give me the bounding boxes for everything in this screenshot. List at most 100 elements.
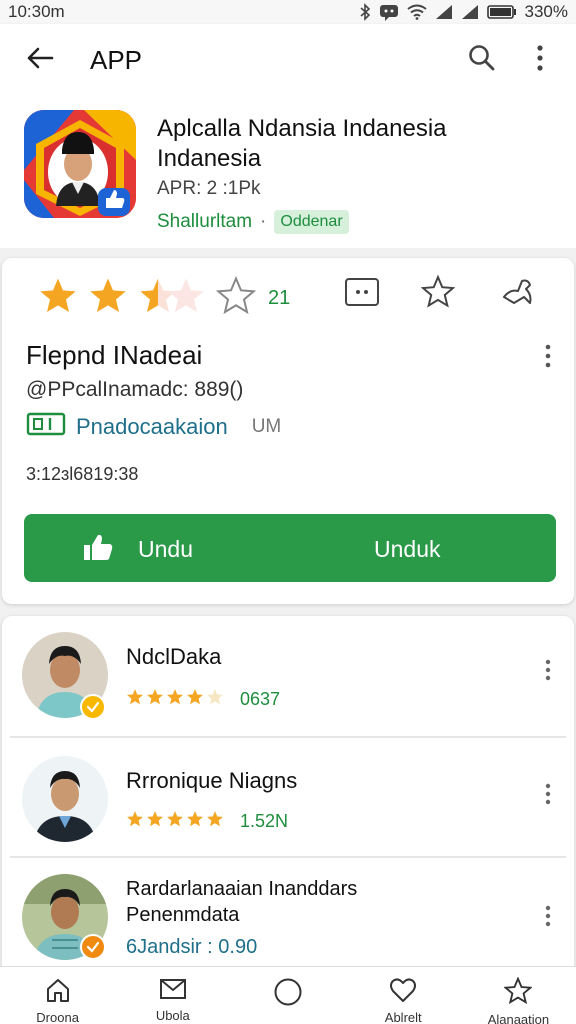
- share-button[interactable]: [498, 274, 538, 314]
- page-title: APP: [90, 44, 143, 75]
- app-bar: APP: [0, 24, 576, 96]
- app-logo-icon[interactable]: [24, 110, 136, 218]
- star-filled-icon-3: [126, 688, 144, 711]
- user-count-2: 1.52N: [240, 811, 289, 831]
- message-button[interactable]: [342, 274, 382, 314]
- verified-badge-icon-2: [80, 934, 106, 960]
- star-filled-icon-9: [166, 810, 184, 833]
- bluetooth-icon: [359, 3, 371, 21]
- review-card: 21 Flepnd INadeai @PPcalInamadc: 889() P…: [2, 258, 574, 604]
- star-filled-icon-7: [126, 810, 144, 833]
- avatar-2: [22, 756, 108, 842]
- user-count-3: 6Jandsir : 0.90: [126, 936, 258, 958]
- download-button[interactable]: Undu Unduk: [24, 514, 556, 582]
- device-icon: [26, 412, 66, 442]
- nav-label-favorites: Ablrelt: [384, 1010, 422, 1024]
- review-more-button[interactable]: [536, 340, 560, 376]
- user-name-3: Rardarlanaaian Inanddars Penenmdata: [126, 878, 358, 926]
- star-filled-icon-4: [146, 688, 164, 711]
- verified-badge-icon: [80, 694, 106, 720]
- star-filled-icon-6: [186, 688, 204, 711]
- chat-icon: [379, 3, 399, 21]
- search-button[interactable]: [462, 40, 502, 80]
- more-vert-icon-3: [545, 659, 551, 686]
- battery-percent: 330%: [524, 2, 568, 21]
- star-filled-icon-11: [206, 810, 224, 833]
- arrow-back-icon: [26, 46, 54, 75]
- app-title: Aplcalla Ndansia Indanesia Indanesia: [157, 115, 447, 172]
- user-more-button[interactable]: [536, 654, 560, 690]
- search-icon: [468, 44, 496, 77]
- developer-link[interactable]: Shallurltam: [157, 211, 252, 233]
- user-rating-2: 1.52N: [126, 810, 288, 833]
- review-tag-label: Pnadocaakaion: [76, 414, 228, 439]
- star-filled-icon: [38, 276, 88, 321]
- thumbs-up-icon: [82, 532, 114, 568]
- status-bar: 10:30m 330%: [0, 0, 576, 24]
- separator-dot: ·: [260, 211, 267, 232]
- nav-label-home: Droona: [36, 1010, 79, 1024]
- user-name-2: Rrronique Niagns: [126, 768, 298, 793]
- favorite-button[interactable]: [418, 274, 458, 314]
- review-timestamp: 3:12ɜl6819:38: [26, 464, 139, 484]
- divider-2: [10, 856, 566, 858]
- app-header: Aplcalla Ndansia Indanesia Indanesia APR…: [0, 96, 576, 248]
- list-item[interactable]: NdclDaka 0637: [2, 616, 574, 734]
- star-faint-icon-2: [206, 688, 224, 711]
- more-vert-icon-2: [545, 344, 551, 373]
- review-tag-suffix: UM: [251, 416, 282, 437]
- app-meta: APR: 2 :1Pk: [157, 178, 261, 199]
- mail-icon: [159, 977, 187, 1006]
- bottom-navigation: Droona Ubola Ablrelt Alanaation: [0, 966, 576, 1024]
- star-outline-nav-icon: [503, 976, 534, 1010]
- star-faint-icon: [166, 276, 216, 321]
- user-count: 0637: [240, 689, 281, 709]
- wifi-icon: [406, 4, 427, 20]
- list-item-2[interactable]: Rrronique Niagns 1.52N: [2, 740, 574, 858]
- download-label-left: Undu: [138, 536, 193, 562]
- category-chip[interactable]: Oddenar: [274, 210, 349, 234]
- divider: [10, 736, 566, 738]
- more-vert-icon: [536, 44, 544, 77]
- signal-icon: [435, 4, 453, 20]
- home-icon: [45, 977, 71, 1008]
- star-filled-icon-8: [146, 810, 164, 833]
- overflow-menu-button[interactable]: [520, 40, 560, 80]
- nav-item-star[interactable]: Alanaation: [461, 967, 576, 1024]
- review-title: Flepnd INadeai: [26, 340, 203, 370]
- list-item-3[interactable]: Rardarlanaaian Inanddars Penenmdata 6Jan…: [2, 860, 574, 978]
- status-time: 10:30m: [8, 2, 65, 21]
- app-developer-row: Shallurltam · Oddenar: [157, 210, 349, 234]
- user-more-button-3[interactable]: [536, 900, 560, 936]
- rating-count: 21: [268, 287, 291, 309]
- share-icon: [500, 275, 536, 314]
- nav-item-home[interactable]: Droona: [0, 967, 115, 1024]
- user-rating: 0637: [126, 688, 280, 711]
- heart-icon: [389, 977, 417, 1008]
- more-vert-icon-4: [545, 783, 551, 810]
- download-label-right: Unduk: [374, 536, 441, 562]
- nav-label-mail: Ubola: [155, 1008, 190, 1023]
- signal-icon-2: [461, 4, 479, 20]
- star-outline-icon-2: [420, 274, 456, 314]
- back-button[interactable]: [20, 40, 60, 80]
- user-list-card: NdclDaka 0637 Rrronique Niagns 1.52N Rar…: [2, 616, 574, 1024]
- nav-item-favorites[interactable]: Ablrelt: [346, 967, 461, 1024]
- star-outline-icon: [215, 275, 266, 321]
- star-filled-icon-2: [88, 276, 138, 321]
- user-more-button-2[interactable]: [536, 778, 560, 814]
- user-name: NdclDaka: [126, 644, 222, 669]
- star-filled-icon-10: [186, 810, 204, 833]
- more-vert-icon-5: [545, 905, 551, 932]
- nav-item-circle[interactable]: [230, 967, 345, 1024]
- circle-icon: [273, 977, 303, 1012]
- nav-label-star: Alanaation: [487, 1012, 550, 1024]
- nav-item-mail[interactable]: Ubola: [115, 967, 230, 1024]
- battery-icon: [486, 4, 517, 20]
- message-icon: [344, 277, 380, 312]
- star-filled-icon-5: [166, 688, 184, 711]
- review-handle: @PPcalInamadc: 889(): [26, 378, 244, 401]
- user-rating-3: 6Jandsir : 0.90: [126, 936, 257, 959]
- rating-stars[interactable]: 21: [38, 275, 291, 321]
- review-tag[interactable]: Pnadocaakaion UM: [26, 412, 281, 442]
